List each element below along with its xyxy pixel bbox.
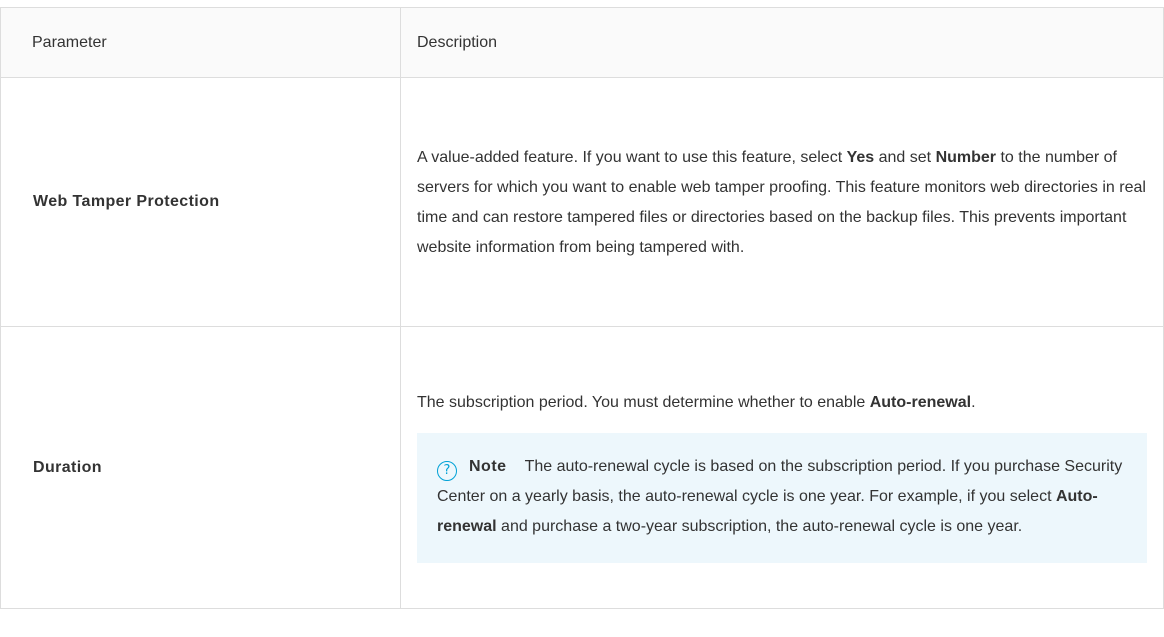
- description-duration: The subscription period. You must determ…: [400, 326, 1164, 609]
- question-circle-icon: ?: [437, 461, 457, 481]
- note-text: The auto-renewal cycle is based on the s…: [437, 458, 1123, 505]
- note-label: Note: [469, 458, 507, 475]
- description-paragraph: The subscription period. You must determ…: [417, 388, 1147, 418]
- parameter-column-header: Parameter: [0, 7, 401, 78]
- note-text: and purchase a two-year subscription, th…: [496, 518, 1023, 535]
- description-paragraph: A value-added feature. If you want to us…: [417, 143, 1147, 263]
- ui-term-number: Number: [935, 149, 997, 166]
- description-text: and set: [874, 149, 936, 166]
- description-text: .: [971, 394, 976, 411]
- description-web-tamper-protection: A value-added feature. If you want to us…: [400, 77, 1164, 327]
- table-header-row: Parameter Description: [0, 7, 1164, 78]
- table-header: Parameter Description: [0, 7, 1164, 78]
- parameter-name-duration: Duration: [0, 326, 401, 609]
- description-text: The subscription period. You must determ…: [417, 394, 870, 411]
- table-row: Web Tamper Protection A value-added feat…: [0, 77, 1164, 327]
- parameter-name-web-tamper-protection: Web Tamper Protection: [0, 77, 401, 327]
- document-page: Parameter Description Web Tamper Protect…: [0, 0, 1164, 637]
- description-column-header: Description: [400, 7, 1164, 78]
- description-text: A value-added feature. If you want to us…: [417, 149, 847, 166]
- note-box: ? Note The auto-renewal cycle is based on …: [417, 433, 1147, 563]
- table-row: Duration The subscription period. You mu…: [0, 326, 1164, 609]
- parameter-table: Parameter Description Web Tamper Protect…: [0, 7, 1164, 609]
- ui-term-yes: Yes: [846, 149, 875, 166]
- ui-term-auto-renewal: Auto-renewal: [869, 394, 972, 411]
